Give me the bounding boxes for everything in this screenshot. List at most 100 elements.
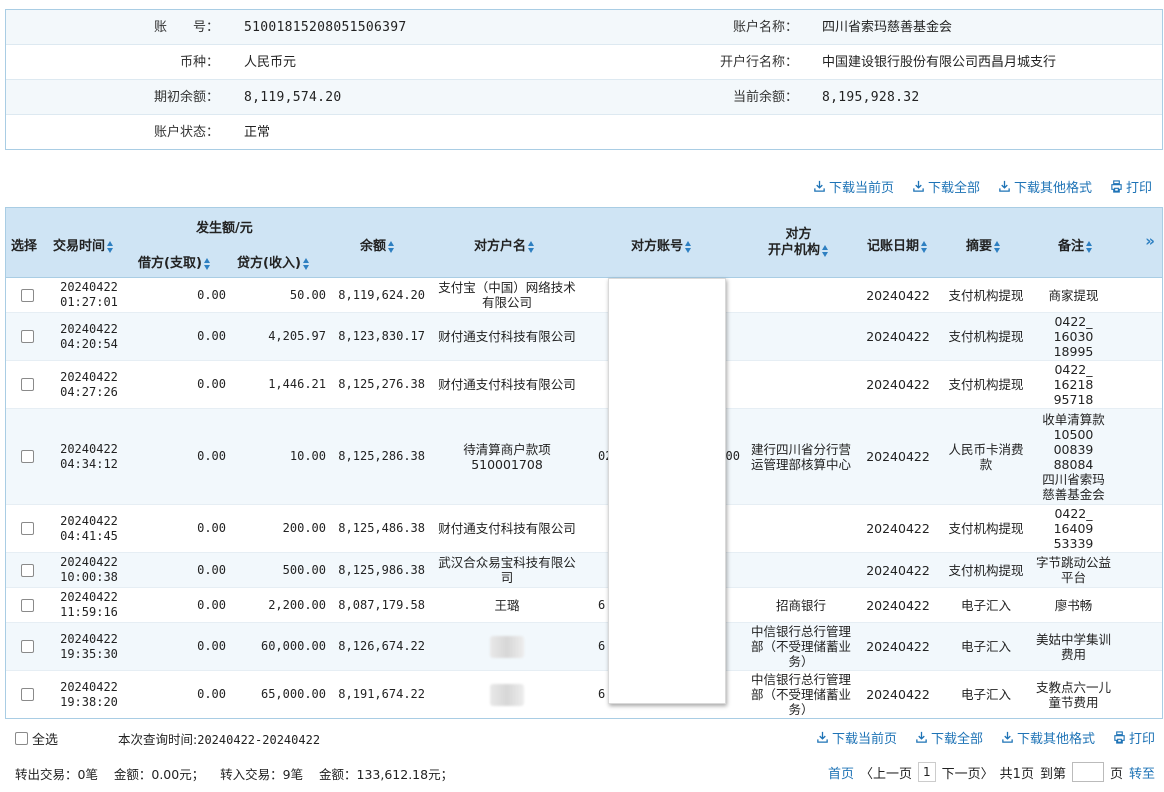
download-other-label: 下载其他格式 — [1016, 731, 1095, 747]
debit-amount-cell: 0.00 — [130, 671, 226, 718]
top-toolbar: 下载当前页 下载全部 下载其他格式 打印 — [813, 176, 1152, 196]
row-checkbox[interactable] — [20, 640, 34, 653]
account-number-label: 账 号： — [153, 20, 219, 35]
header-debit[interactable]: 借方(支取) — [138, 252, 211, 271]
party-name-cell: 待清算商户款项510001708 — [434, 409, 580, 504]
summary-text: 电子汇入 — [960, 687, 1011, 702]
summary-text-cell: 电子汇入 — [946, 588, 1026, 622]
opening-balance-label: 期初余额： — [153, 90, 219, 105]
transaction-date: 20240422 — [60, 369, 118, 384]
sort-icon — [107, 240, 114, 253]
balance-amount-cell: 8,125,986.38 — [326, 553, 425, 587]
header-credit[interactable]: 贷方(收入) — [237, 252, 310, 271]
transaction-time-cell: 20240422 11:59:16 — [48, 588, 130, 622]
in-amount: 金额：133,612.18元； — [319, 767, 454, 782]
row-checkbox[interactable] — [20, 288, 34, 302]
party-bank-cell: 中信银行总行管理部（不受理储蓄业务） — [751, 623, 851, 670]
account-name-label: 账户名称： — [732, 20, 798, 35]
credit-amount-cell: 10.00 — [226, 409, 326, 504]
table-row[interactable]: 20240422 04:20:54 0.00 4,205.97 8,123,830.17… — [6, 313, 1162, 361]
summary-text: 支付机构提现 — [948, 287, 1024, 303]
debit-amount-cell: 0.00 — [130, 623, 226, 670]
table-row[interactable]: 20240422 04:41:45 0.00 200.00 8,125,486.38 财付… — [6, 505, 1162, 553]
book-date-cell: 20240422 — [853, 671, 943, 718]
print-button[interactable]: 打印 — [1113, 727, 1155, 747]
party-bank-cell — [751, 505, 851, 552]
party-account: 6 — [598, 639, 606, 653]
table-row[interactable]: 20240422 19:35:30 0.00 60,000.00 8,126,674.2… — [6, 623, 1162, 671]
balance-amount: 8,123,830.17 — [338, 329, 425, 343]
row-checkbox[interactable] — [20, 450, 34, 463]
credit-amount-cell: 500.00 — [226, 553, 326, 587]
remark-text: 0422_ 16030 18995 — [1053, 314, 1094, 359]
bottom-toolbar: 下载当前页 下载全部 下载其他格式 打印 — [816, 727, 1155, 747]
header-party-account[interactable]: 对方账号 — [631, 235, 692, 254]
first-page-link[interactable]: 首页 — [828, 763, 854, 782]
header-party-bank-line1: 对方 — [785, 227, 812, 242]
party-bank-cell: 中信银行总行管理部（不受理储蓄业务） — [751, 671, 851, 718]
debit-amount: 0.00 — [197, 562, 226, 577]
next-page-link[interactable]: 下一页〉 — [942, 763, 994, 782]
row-checkbox[interactable] — [20, 378, 34, 391]
header-summary[interactable]: 摘要 — [966, 235, 1001, 254]
party-name: 财付通支付科技有限公司 — [438, 521, 576, 536]
page-jump-input[interactable] — [1071, 762, 1104, 782]
credit-amount: 10.00 — [289, 449, 326, 463]
download-page-button[interactable]: 下载当前页 — [816, 727, 897, 747]
select-all-checkbox[interactable] — [15, 732, 28, 745]
table-row[interactable]: 20240422 10:00:38 0.00 500.00 8,125,986.38 武汉… — [6, 553, 1162, 588]
transaction-time-cell: 20240422 04:41:45 — [48, 505, 130, 552]
print-button[interactable]: 打印 — [1110, 176, 1152, 196]
table-row[interactable]: 20240422 04:34:12 0.00 10.00 8,125,286.38 待清算… — [6, 409, 1162, 505]
sort-icon — [203, 257, 211, 270]
credit-amount-cell: 50.00 — [226, 278, 326, 312]
debit-amount: 0.00 — [197, 639, 226, 653]
row-checkbox[interactable] — [20, 522, 34, 535]
download-other-format-button[interactable]: 下载其他格式 — [998, 176, 1092, 196]
header-book-date[interactable]: 记账日期 — [867, 235, 928, 254]
more-columns-icon[interactable]: » — [1145, 232, 1155, 250]
transaction-date: 20240422 — [60, 590, 118, 604]
table-row[interactable]: 20240422 11:59:16 0.00 2,200.00 8,087,179.58… — [6, 588, 1162, 623]
balance-amount: 8,087,179.58 — [338, 597, 425, 612]
table-row[interactable]: 20240422 04:27:26 0.00 1,446.21 8,125,276.38… — [6, 361, 1162, 409]
header-party-bank[interactable]: 对方 开户机构 — [768, 227, 829, 259]
header-party-name[interactable]: 对方户名 — [474, 235, 535, 254]
select-all[interactable]: 全选 — [15, 729, 58, 748]
credit-amount: 60,000.00 — [260, 639, 326, 653]
opening-balance: 8,119,574.20 — [244, 90, 342, 105]
summary-text: 支付机构提现 — [948, 521, 1024, 536]
download-all-button[interactable]: 下载全部 — [915, 727, 983, 747]
account-name: 四川省索玛慈善基金会 — [822, 20, 953, 35]
transaction-time-cell: 20240422 01:27:01 — [48, 278, 130, 312]
download-all-button[interactable]: 下载全部 — [912, 176, 980, 196]
table-row[interactable]: 20240422 01:27:01 0.00 50.00 8,119,624.20 支付宝… — [6, 278, 1162, 313]
transaction-clock: 01:27:01 — [60, 295, 118, 309]
go-button[interactable]: 转至 — [1129, 763, 1155, 782]
balance-amount-cell: 8,087,179.58 — [326, 588, 425, 622]
row-checkbox[interactable] — [20, 563, 34, 577]
book-date-cell: 20240422 — [853, 361, 943, 408]
header-party-account-label: 对方账号 — [631, 239, 684, 254]
party-account: 6 — [598, 687, 606, 701]
download-other-format-button[interactable]: 下载其他格式 — [1001, 727, 1095, 747]
info-row-balance: 期初余额： 8,119,574.20 当前余额： 8,195,928.32 — [6, 80, 1162, 115]
row-checkbox[interactable] — [20, 688, 34, 701]
header-time[interactable]: 交易时间 — [53, 235, 114, 254]
download-page-button[interactable]: 下载当前页 — [813, 176, 894, 196]
header-remark[interactable]: 备注 — [1058, 235, 1093, 254]
party-name-cell: 武汉合众易宝科技有限公司 — [434, 553, 580, 587]
table-row[interactable]: 20240422 19:38:20 0.00 65,000.00 8,191,674.2… — [6, 671, 1162, 718]
row-checkbox[interactable] — [20, 330, 34, 343]
party-account-tail: 00 — [725, 449, 740, 463]
header-balance[interactable]: 余额 — [360, 235, 395, 254]
book-date-cell: 20240422 — [853, 553, 943, 587]
row-checkbox[interactable] — [20, 598, 34, 612]
header-book-date-label: 记账日期 — [867, 239, 920, 254]
balance-amount: 8,125,276.38 — [338, 377, 425, 391]
remark-text: 0422_ 16409 53339 — [1053, 506, 1094, 551]
party-name: 王璐 — [494, 597, 520, 613]
pagination: 首页 〈上一页 1 下一页〉 共1页 到第 页 转至 — [828, 762, 1155, 782]
remark-text-cell: 0422_ 16409 53339 — [1031, 505, 1116, 552]
prev-page-link[interactable]: 〈上一页 — [860, 763, 912, 782]
